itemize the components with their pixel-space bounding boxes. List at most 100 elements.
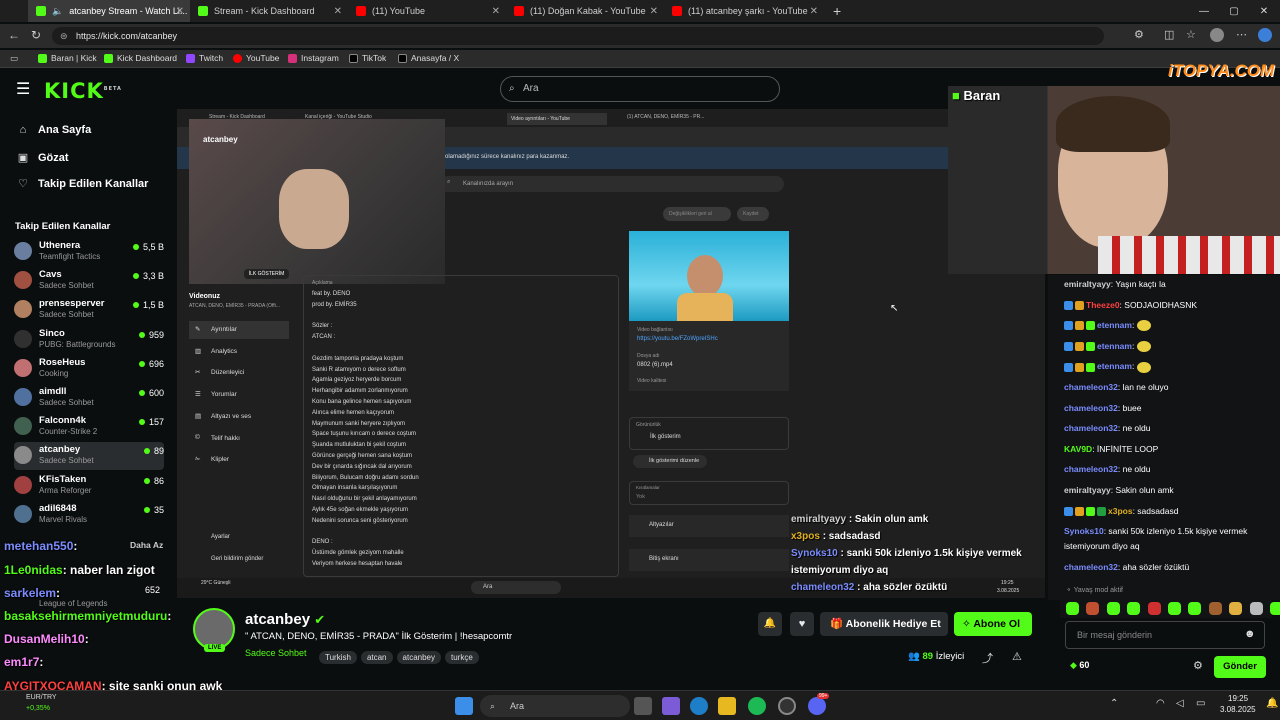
mute-icon[interactable]: 🔈 (52, 6, 63, 17)
emote-icon[interactable] (1086, 602, 1100, 615)
chat-username[interactable]: etennam (1097, 341, 1132, 351)
emote-icon[interactable] (1188, 602, 1202, 615)
emote-icon[interactable] (1249, 602, 1263, 615)
back-icon[interactable]: ← (8, 28, 20, 42)
video-player[interactable]: Stream - Kick Dashboard Kanal içeriği - … (177, 109, 1045, 598)
chat-username[interactable]: chameleon32 (1064, 423, 1118, 433)
notification-bell-button[interactable]: 🔔 (758, 612, 782, 636)
clock-time[interactable]: 19:25 (1228, 694, 1248, 703)
sidebar-channel-cavs[interactable]: Cavs Sadece Sohbet 3,3 B (14, 267, 164, 295)
share-icon[interactable]: ⤴ (982, 650, 993, 666)
tab-kick-stream[interactable]: 🔈 atcanbey Stream - Watch Li... ✕ (28, 0, 190, 22)
emote-icon[interactable] (1127, 602, 1141, 615)
sidebar-channel-atcanbey[interactable]: atcanbey Sadece Sohbet 89 (14, 442, 164, 471)
split-screen-icon[interactable]: ◫ (1164, 28, 1174, 41)
close-tab-icon[interactable]: ✕ (650, 6, 658, 17)
site-info-icon[interactable]: ⊜ (60, 27, 68, 45)
bookmark-tiktok[interactable]: TikTok (349, 53, 386, 63)
bookmark-kick-dashboard[interactable]: Kick Dashboard (104, 53, 177, 63)
chat-settings-icon[interactable]: ⚙ (1193, 659, 1203, 672)
sidebar-channel-roseheus[interactable]: RoseHeus Cooking 696 (14, 355, 164, 383)
minimize-button[interactable]: — (1188, 0, 1220, 22)
tab-kick-dashboard[interactable]: Stream - Kick Dashboard ✕ (190, 0, 348, 22)
chat-input[interactable]: Bir mesaj gönderin ☻ (1065, 621, 1265, 649)
chat-username[interactable]: Theeze0 (1086, 300, 1120, 310)
taskbar-search[interactable]: ⌕ Ara (480, 695, 630, 717)
sidebar-channel-kfistaken[interactable]: KFisTaken Arma Reforger 86 (14, 472, 164, 500)
channel-points[interactable]: ◆ 60 (1070, 660, 1089, 671)
chat-username[interactable]: emiraltyayy (1064, 485, 1111, 495)
wifi-icon[interactable]: ◠ (1156, 698, 1165, 709)
tray-chevron-icon[interactable]: ⌃ (1110, 698, 1118, 709)
search-input[interactable]: ⌕ Ara (500, 76, 780, 102)
chat-username[interactable]: etennam (1097, 320, 1132, 330)
bookmark-twitch[interactable]: Twitch (186, 53, 223, 63)
start-icon[interactable] (455, 697, 473, 715)
close-tab-icon[interactable]: ✕ (334, 6, 342, 17)
report-icon[interactable]: ⚠ (1012, 650, 1022, 663)
edge-icon[interactable] (690, 697, 708, 715)
nav-browse[interactable]: ▣ Gözat (16, 151, 69, 165)
sidebar-channel-sinco[interactable]: Sinco PUBG: Battlegrounds 959 (14, 326, 164, 354)
tag[interactable]: turkçe (444, 651, 479, 664)
battery-icon[interactable]: ▭ (1196, 698, 1205, 709)
nav-home[interactable]: ⌂ Ana Sayfa (16, 124, 92, 136)
sidebar-channel-aimdll[interactable]: aimdll Sadece Sohbet 600 (14, 384, 164, 412)
chat-username[interactable]: Synoks10 (1064, 526, 1104, 536)
tab-youtube-dogan[interactable]: (11) Doğan Kabak - YouTube ✕ (506, 0, 664, 22)
task-view-icon[interactable] (634, 697, 652, 715)
bookmark-instagram[interactable]: Instagram (288, 53, 339, 63)
address-bar[interactable]: ⊜ https://kick.com/atcanbey (52, 27, 1104, 45)
favorites-icon[interactable]: ☆ (1186, 28, 1196, 41)
emoji-icon[interactable]: ☻ (1244, 628, 1256, 640)
volume-icon[interactable]: ◁ (1176, 698, 1184, 709)
obs-icon[interactable] (778, 697, 796, 715)
chat-username[interactable]: chameleon32 (1064, 382, 1118, 392)
emote-icon[interactable] (1106, 602, 1120, 615)
notifications-icon[interactable]: 🔔 (1266, 698, 1278, 709)
discord-icon[interactable] (808, 697, 826, 715)
close-tab-icon[interactable]: ✕ (492, 6, 500, 17)
emote-icon[interactable] (1229, 602, 1243, 615)
emote-icon[interactable] (1066, 602, 1079, 615)
close-window-button[interactable]: ✕ (1248, 0, 1280, 22)
new-tab-button[interactable]: + (828, 0, 850, 22)
tag[interactable]: atcan (360, 651, 393, 664)
emote-icon[interactable] (1208, 602, 1222, 615)
spotify-icon[interactable] (748, 697, 766, 715)
close-tab-icon[interactable]: ✕ (176, 6, 184, 17)
show-less-button[interactable]: Daha Az (130, 540, 163, 550)
chat-username[interactable]: emiraltyayy (1064, 279, 1111, 289)
sidebar-channel-uthenera[interactable]: Uthenera Teamfight Tactics 5,5 B (14, 238, 164, 266)
currency-widget[interactable]: EUR/TRY (26, 694, 57, 701)
tab-youtube[interactable]: (11) YouTube ✕ (348, 0, 506, 22)
emote-bar[interactable] (1060, 600, 1280, 618)
emote-icon[interactable] (1270, 602, 1280, 615)
file-explorer-icon[interactable] (718, 697, 736, 715)
chat-username[interactable]: chameleon32 (1064, 464, 1118, 474)
reading-list-icon[interactable]: ▭ (10, 53, 18, 64)
copilot-app-icon[interactable] (662, 697, 680, 715)
tab-youtube-atcanbey[interactable]: (11) atcanbey şarkı - YouTube ✕ (664, 0, 824, 22)
tag[interactable]: atcanbey (396, 651, 441, 664)
emote-icon[interactable] (1168, 602, 1181, 615)
chat-username[interactable]: chameleon32 (1064, 403, 1118, 413)
chat-username[interactable]: KAV9D (1064, 444, 1092, 454)
maximize-button[interactable]: ▢ (1218, 0, 1250, 22)
tag[interactable]: Turkish (319, 651, 357, 664)
sidebar-channel-adil6848[interactable]: adil6848 Marvel Rivals 35 (14, 501, 164, 529)
chat-username[interactable]: chameleon32 (1064, 562, 1118, 572)
bookmark-youtube[interactable]: YouTube (233, 53, 279, 63)
sidebar-channel-prensesperver[interactable]: prensesperver Sadece Sohbet 1,5 B (14, 296, 164, 324)
subscribe-button[interactable]: ✧ Abone Ol (954, 612, 1032, 636)
profile-avatar[interactable] (1210, 28, 1224, 42)
stream-category[interactable]: Sadece Sohbet (245, 648, 307, 658)
copilot-icon[interactable] (1258, 28, 1272, 42)
extensions-icon[interactable]: ⚙ (1134, 28, 1144, 41)
more-menu-icon[interactable]: ⋯ (1236, 28, 1247, 41)
streamer-name[interactable]: atcanbey ✔ (245, 611, 325, 628)
chat-username[interactable]: x3pos (1108, 506, 1133, 516)
sidebar-channel-falconn4k[interactable]: Falconn4k Counter-Strike 2 157 (14, 413, 164, 441)
follow-button[interactable]: ♥ (790, 612, 814, 636)
emote-icon[interactable] (1147, 602, 1161, 615)
